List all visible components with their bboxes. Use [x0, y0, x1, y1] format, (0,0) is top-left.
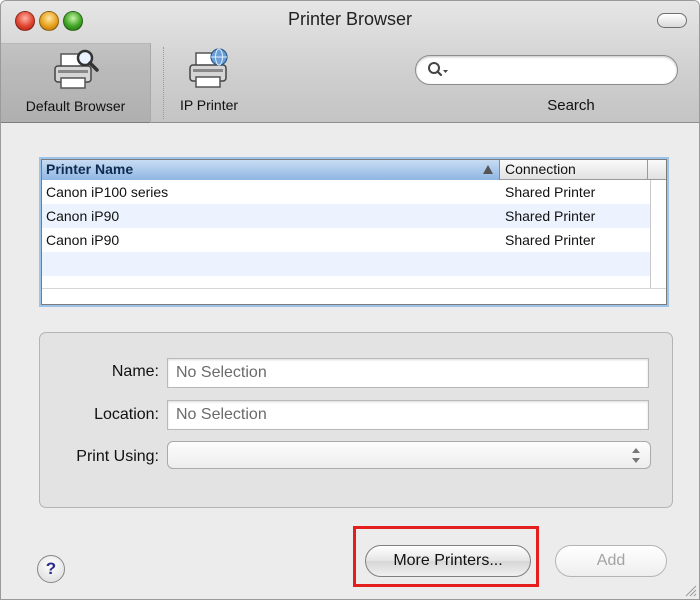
printer-globe-icon: [189, 48, 228, 88]
empty-row: [42, 252, 650, 276]
default-browser-label: Default Browser: [25, 98, 126, 114]
printer-magnifier-icon: [53, 49, 99, 89]
printer-connection-cell: Shared Printer: [505, 184, 596, 200]
window-toolbar: Printer Browser Default Browser IP Print…: [1, 1, 699, 123]
printer-row[interactable]: Canon iP90 Shared Printer: [42, 204, 650, 228]
location-label: Location:: [94, 406, 159, 423]
search-input[interactable]: [415, 55, 678, 85]
name-label: Name:: [111, 363, 159, 380]
printer-browser-window: Printer Browser Default Browser IP Print…: [0, 0, 700, 600]
column-header-connection[interactable]: Connection: [500, 160, 648, 180]
toolbar-toggle-button[interactable]: [657, 13, 687, 28]
ip-printer-label: IP Printer: [179, 97, 239, 113]
add-button[interactable]: Add: [555, 545, 667, 577]
more-printers-button[interactable]: More Printers...: [365, 545, 531, 577]
search-label: Search: [547, 97, 595, 114]
print-using-popup[interactable]: [167, 441, 651, 469]
up-down-arrows-icon: [632, 448, 640, 463]
print-using-label: Print Using:: [76, 448, 159, 465]
list-scrollbar-track[interactable]: [650, 180, 651, 288]
resize-grip-icon[interactable]: [683, 583, 697, 597]
printer-connection-cell: Shared Printer: [505, 208, 596, 224]
sort-ascending-icon: [483, 165, 493, 174]
column-header-printer-name-label: Printer Name: [46, 161, 134, 177]
printer-name-cell: Canon iP100 series: [46, 184, 169, 200]
printer-row[interactable]: Canon iP90 Shared Printer: [42, 228, 650, 252]
name-field[interactable]: [167, 358, 649, 388]
printer-row[interactable]: Canon iP100 series Shared Printer: [42, 180, 650, 204]
printer-connection-cell: Shared Printer: [505, 232, 596, 248]
location-field[interactable]: [167, 400, 649, 430]
default-browser-tab[interactable]: Default Browser: [1, 43, 151, 123]
ip-printer-tab[interactable]: IP Printer: [159, 43, 259, 123]
list-divider: [42, 288, 666, 289]
printer-name-cell: Canon iP90: [46, 232, 120, 248]
printer-name-cell: Canon iP90: [46, 208, 120, 224]
list-header: Printer Name Connection: [42, 160, 666, 180]
help-button[interactable]: ?: [37, 555, 65, 583]
title-bar: Printer Browser: [1, 1, 699, 39]
printer-list[interactable]: Printer Name Connection Canon iP100 seri…: [41, 159, 667, 305]
window-title: Printer Browser: [287, 9, 413, 29]
search-field-container: [415, 55, 678, 85]
column-header-printer-name[interactable]: Printer Name: [42, 160, 500, 180]
